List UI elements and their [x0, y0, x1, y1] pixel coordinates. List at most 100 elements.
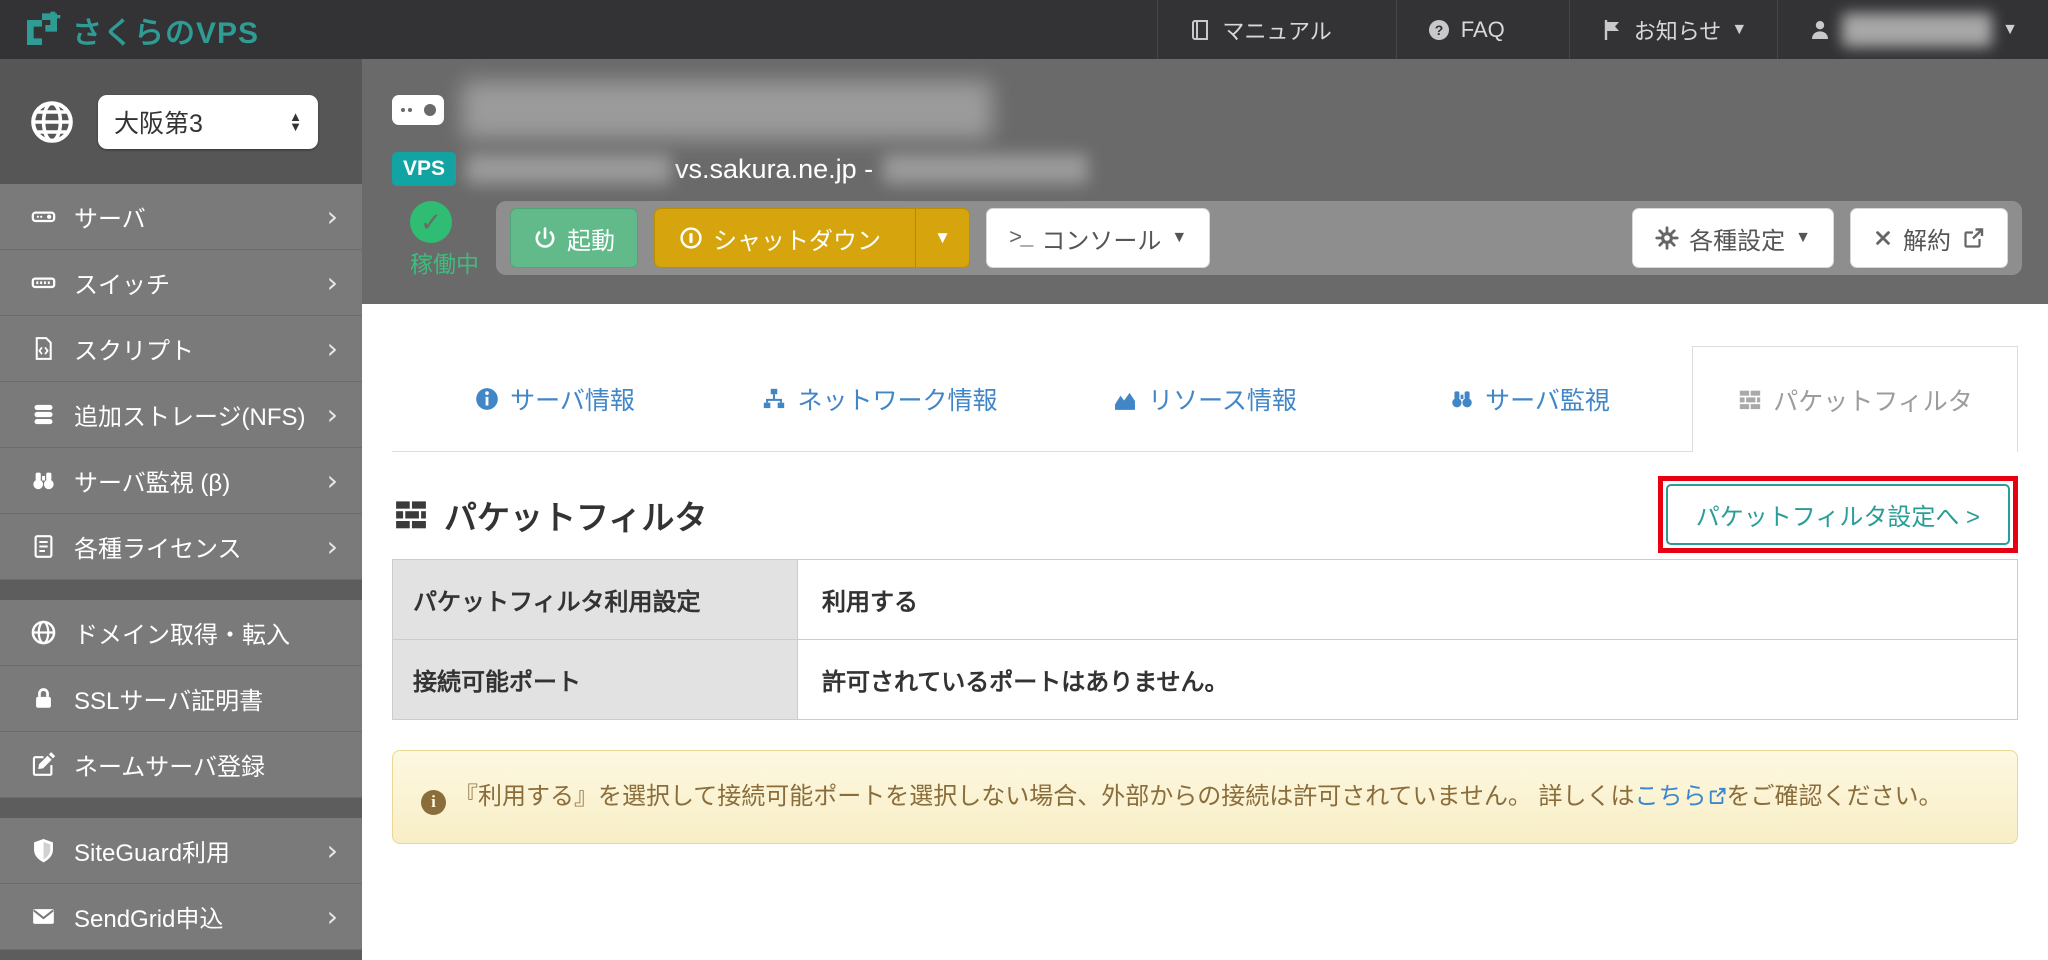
sidebar-item-SendGrid申込[interactable]: SendGrid申込›: [0, 884, 362, 950]
sidebar-nav: サーバ›スイッチ›スクリプト›追加ストレージ(NFS)›サーバ監視 (β)›各種…: [0, 184, 362, 950]
chevron-down-icon: ▼: [1171, 229, 1187, 247]
chevron-right-icon: ›: [327, 200, 338, 233]
start-button[interactable]: 起動: [510, 208, 638, 268]
external-link-icon: [1961, 226, 1985, 250]
top-nav: マニュアル FAQ お知らせ ▼ ▼: [1157, 0, 2048, 59]
row-value: 許可されているポートはありません。: [798, 640, 2018, 720]
content-area: サーバ情報 ネットワーク情報 リソース情報 サーバ監視 パケットフィルタ パケットフィル…: [362, 304, 2048, 960]
chevron-right-icon: ›: [327, 332, 338, 365]
tab-label: サーバ情報: [510, 381, 635, 417]
bricks-icon: [1737, 387, 1763, 413]
sidebar-item-SiteGuard利用[interactable]: SiteGuard利用›: [0, 818, 362, 884]
sidebar-item-スクリプト[interactable]: スクリプト›: [0, 316, 362, 382]
chevron-right-icon: ›: [327, 900, 338, 933]
region-select[interactable]: 大阪第3 ▲▼: [98, 95, 318, 149]
console-button[interactable]: >_ コンソール ▼: [986, 208, 1210, 268]
top-bar: さくらのVPS マニュアル FAQ お知らせ ▼ ▼: [0, 0, 2048, 59]
sidebar-item-label: SSLサーバ証明書: [74, 681, 311, 716]
sidebar-item-label: SendGrid申込: [74, 899, 327, 934]
sidebar-group-gap: [0, 580, 362, 600]
close-icon: [1873, 228, 1893, 248]
user-icon: [1808, 18, 1832, 42]
tab-パケットフィルタ[interactable]: パケットフィルタ: [1692, 346, 2018, 452]
book-icon: [1188, 18, 1212, 42]
tab-サーバ情報[interactable]: サーバ情報: [392, 346, 717, 451]
announce-flag-icon: [1600, 18, 1624, 42]
note-text-before: 『利用する』を選択して接続可能ポートを選択しない場合、外部からの接続は許可されて…: [454, 783, 1635, 810]
binoculars-icon: [1449, 386, 1475, 412]
packet-filter-table: パケットフィルタ利用設定 利用する 接続可能ポート 許可されているポートはありま…: [392, 559, 2018, 720]
info-note: i 『利用する』を選択して接続可能ポートを選択しない場合、外部からの接続は許可され…: [392, 750, 2018, 844]
chevron-down-icon: ▼: [1795, 229, 1811, 247]
kochira-link[interactable]: こちら: [1635, 783, 1707, 810]
sidebar-footer: [0, 950, 362, 960]
packet-filter-settings-button[interactable]: パケットフィルタ設定へ >: [1666, 484, 2010, 545]
sidebar-item-SSLサーバ証明書[interactable]: SSLサーバ証明書: [0, 666, 362, 732]
app-logo-text: さくらのVPS: [72, 8, 259, 52]
edit-icon: [30, 751, 57, 778]
sidebar-item-label: SiteGuard利用: [74, 833, 327, 868]
globe-icon: [28, 98, 76, 146]
topnav-item-label: FAQ: [1461, 17, 1505, 43]
user-menu[interactable]: ▼: [1777, 0, 2048, 59]
server-header: VPS vs.sakura.ne.jp - ✓ 稼働中 起動: [362, 59, 2048, 304]
sidebar-item-label: 追加ストレージ(NFS): [74, 397, 327, 432]
sidebar-item-追加ストレージ(NFS)[interactable]: 追加ストレージ(NFS)›: [0, 382, 362, 448]
license-icon: [30, 533, 57, 560]
topnav-item-マニュアル[interactable]: マニュアル: [1157, 0, 1395, 59]
vps-badge: VPS: [392, 152, 456, 186]
sidebar-item-スイッチ[interactable]: スイッチ›: [0, 250, 362, 316]
info-circle-icon: [474, 386, 500, 412]
settings-button[interactable]: 各種設定 ▼: [1632, 208, 1834, 268]
sidebar: 大阪第3 ▲▼ サーバ›スイッチ›スクリプト›追加ストレージ(NFS)›サーバ監…: [0, 59, 362, 960]
ip-address-redacted: [883, 154, 1088, 184]
chevron-right-icon: ›: [327, 530, 338, 563]
topnav-item-FAQ[interactable]: FAQ: [1396, 0, 1569, 59]
question-circle-icon: [1427, 18, 1451, 42]
highlight-annotation: パケットフィルタ設定へ >: [1658, 476, 2018, 553]
tab-label: リソース情報: [1148, 381, 1297, 417]
username-redacted: [1842, 13, 1992, 47]
sidebar-item-label: 各種ライセンス: [74, 529, 327, 564]
app-logo[interactable]: さくらのVPS: [0, 0, 259, 59]
script-icon: [30, 335, 57, 362]
chevron-right-icon: ›: [327, 398, 338, 431]
action-panel: 起動 シャットダウン ▼ >_ コンソール ▼: [496, 201, 2022, 275]
external-link-icon: [311, 622, 338, 644]
gear-icon: [1655, 226, 1679, 250]
tab-label: サーバ監視: [1485, 381, 1610, 417]
select-stepper-icon: ▲▼: [289, 112, 302, 132]
shutdown-dropdown-toggle[interactable]: ▼: [915, 209, 969, 267]
tab-サーバ監視[interactable]: サーバ監視: [1367, 346, 1692, 451]
chevron-down-icon: ▼: [1731, 21, 1747, 39]
mail-icon: [30, 903, 57, 930]
hostname-prefix-redacted: [466, 154, 671, 184]
sidebar-item-ドメイン取得・転入[interactable]: ドメイン取得・転入: [0, 600, 362, 666]
table-row: 接続可能ポート 許可されているポートはありません。: [393, 640, 2018, 720]
shutdown-button[interactable]: シャットダウン: [655, 209, 905, 267]
server-status: ✓ 稼働中: [392, 201, 496, 279]
topnav-item-label: お知らせ: [1634, 14, 1722, 46]
sidebar-item-ネームサーバ登録[interactable]: ネームサーバ登録: [0, 732, 362, 798]
network-icon: [761, 386, 787, 412]
sidebar-item-各種ライセンス[interactable]: 各種ライセンス›: [0, 514, 362, 580]
sidebar-item-サーバ[interactable]: サーバ›: [0, 184, 362, 250]
server-name-redacted: [462, 81, 992, 139]
cancel-contract-button[interactable]: 解約: [1850, 208, 2008, 268]
tab-ネットワーク情報[interactable]: ネットワーク情報: [717, 346, 1042, 451]
note-text-after: をご確認ください。: [1727, 783, 1943, 810]
topnav-item-お知らせ[interactable]: お知らせ ▼: [1569, 0, 1777, 59]
switch-icon: [30, 269, 57, 296]
info-icon: i: [421, 790, 446, 815]
external-link-icon: [311, 754, 338, 776]
sidebar-item-label: スクリプト: [74, 331, 327, 366]
sakura-vps-app: さくらのVPS マニュアル FAQ お知らせ ▼ ▼ 大阪第3 ▲▼ サーバ›スイッチ›…: [0, 0, 2048, 960]
shutdown-split-button: シャットダウン ▼: [654, 208, 970, 268]
external-link-icon: [1342, 18, 1366, 42]
tab-label: ネットワーク情報: [797, 381, 997, 417]
server-icon: [30, 203, 57, 230]
tab-bar: サーバ情報 ネットワーク情報 リソース情報 サーバ監視 パケットフィルタ: [392, 346, 2018, 452]
bricks-icon: [392, 496, 430, 534]
sidebar-item-サーバ監視 (β)[interactable]: サーバ監視 (β)›: [0, 448, 362, 514]
tab-リソース情報[interactable]: リソース情報: [1042, 346, 1367, 451]
